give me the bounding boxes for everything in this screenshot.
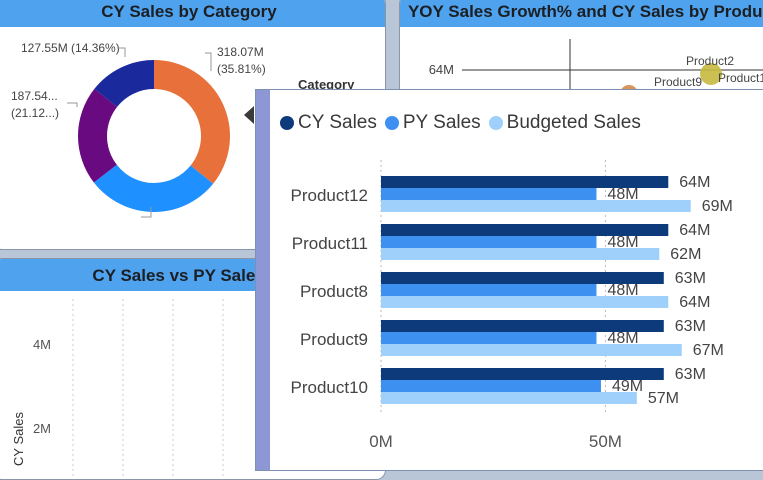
x-tick-label: 0M [369,432,393,451]
bar-data-label: 64M [679,174,710,191]
slice-data-label: (21.12...) [11,106,59,120]
x-tick-label: 50M [589,432,622,451]
bar [381,296,669,308]
category-label: Product11 [292,234,368,253]
bar [381,236,597,248]
leader-line [205,52,212,71]
bar-data-label: 67M [693,342,724,359]
bar-data-label: 63M [675,270,706,287]
bar [381,284,597,296]
scatter-point-label: Product9 [654,75,702,89]
category-label: Product12 [291,186,369,205]
bar-data-label: 64M [679,294,710,311]
line-ytick: 4M [33,337,51,352]
bar-data-label: 57M [648,390,679,407]
bar-chart: 0M 50MProduct1264M48M69MProduct1164M48M62… [291,160,733,451]
scatter-point-label: Product1 [718,71,763,85]
donut-slice [77,88,118,183]
bar [381,344,682,356]
bar-data-label: 63M [675,318,706,335]
bar-chart-card[interactable]: CY Sales PY Sales Budgeted Sales 0M 50M Pr… [255,89,763,471]
bar [381,248,660,260]
bar [381,200,691,212]
bar [381,188,597,200]
leader-line [67,102,78,107]
line-ytick: 2M [33,421,51,436]
category-label: Product8 [300,282,368,301]
bar-data-label: 62M [670,246,701,263]
bar [381,392,637,404]
category-label: Product9 [300,330,368,349]
donut-slice [93,164,214,212]
donut-slice [154,60,230,184]
bar-data-label: 63M [675,366,706,383]
slice-data-label: 318.07M [217,45,264,59]
scatter-point-label: Product2 [686,54,734,68]
bar-data-label: 69M [702,198,733,215]
slice-data-label: 187.54... [11,89,58,103]
category-label: Product10 [291,378,369,397]
scatter-ytick: 64M [429,62,454,77]
slice-data-label: 127.55M (14.36%) [21,41,120,55]
bar [381,380,601,392]
bar-data-label: 64M [679,222,710,239]
bar [381,332,597,344]
slice-data-label: (35.81%) [217,62,266,76]
line-ylabel: CY Sales [11,412,26,466]
back-arrow-icon[interactable] [244,106,254,124]
